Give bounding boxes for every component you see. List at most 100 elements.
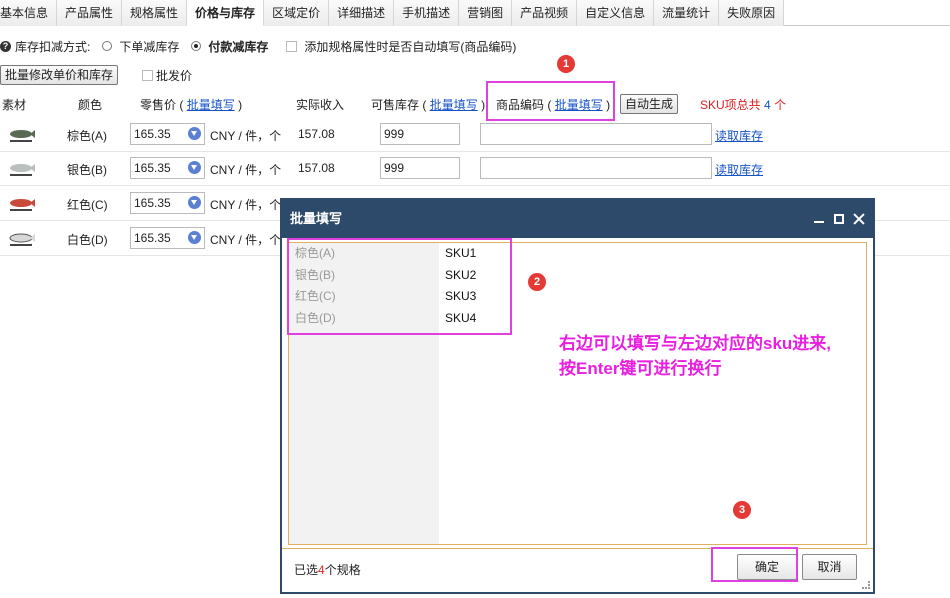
price-input[interactable]: 165.35	[130, 192, 205, 214]
table-row: 银色(B) 165.35 CNY / 件，个 157.08 999 读取库存	[0, 152, 950, 186]
row-color: 红色(C)	[67, 198, 108, 212]
annotation-box-2	[287, 238, 512, 335]
hint-line-2: 按Enter键可进行换行	[559, 359, 722, 378]
resize-grip-icon[interactable]	[862, 581, 870, 589]
annotation-box-3	[711, 547, 798, 582]
sku-code-input[interactable]	[480, 123, 712, 145]
dialog-title-bar[interactable]: 批量填写	[282, 200, 873, 238]
actual-income: 157.08	[298, 127, 335, 141]
product-thumbnail-icon	[10, 164, 35, 176]
price-unit: CNY / 件，个	[210, 163, 282, 177]
table-row: 棕色(A) 165.35 CNY / 件，个 157.08 999 读取库存	[0, 118, 950, 152]
tab-custom-info[interactable]: 自定义信息	[577, 0, 655, 26]
col-retail-price: 零售价 ( 批量填写 )	[140, 96, 242, 113]
read-stock-link[interactable]: 读取库存	[715, 161, 763, 178]
tab-marketing-image[interactable]: 营销图	[459, 0, 513, 26]
paren: (	[179, 98, 184, 112]
spinner-icon[interactable]	[188, 161, 201, 174]
tab-region-pricing[interactable]: 区域定价	[264, 0, 330, 26]
paren: )	[481, 98, 486, 112]
col-color: 颜色	[78, 98, 103, 112]
tab-traffic-stats[interactable]: 流量统计	[654, 0, 720, 26]
spinner-icon[interactable]	[188, 231, 201, 244]
tab-failure-reason[interactable]: 失败原因	[719, 0, 785, 26]
selected-count-text: 已选4个规格	[294, 561, 361, 578]
annotation-badge-2: 2	[528, 273, 546, 291]
price-value: 165.35	[134, 161, 171, 175]
sku-total-prefix: SKU项总共	[700, 98, 761, 112]
cancel-button[interactable]: 取消	[802, 554, 857, 580]
help-icon[interactable]: ?	[0, 40, 11, 52]
tab-product-attributes[interactable]: 产品属性	[57, 0, 123, 26]
dialog-title: 批量填写	[290, 211, 343, 226]
price-input[interactable]: 165.35	[130, 227, 205, 249]
col-stock: 可售库存 ( 批量填写 )	[371, 96, 485, 113]
maximize-icon[interactable]	[833, 213, 845, 225]
paren: )	[238, 98, 243, 112]
price-unit: CNY / 件，个	[210, 129, 282, 143]
price-unit: CNY / 件，个	[210, 198, 282, 212]
col-material: 素材	[2, 98, 27, 112]
sku-total-suffix: 个	[774, 98, 787, 112]
price-unit: CNY / 件，个	[210, 233, 282, 247]
col-actual-income: 实际收入	[296, 98, 345, 112]
footer-suffix: 个规格	[324, 563, 361, 577]
tab-detail-description[interactable]: 详细描述	[329, 0, 395, 26]
stock-input[interactable]: 999	[380, 157, 460, 179]
auto-fill-checkbox[interactable]	[286, 40, 298, 52]
radio-order-deduct-label[interactable]: 下单减库存	[119, 38, 179, 55]
annotation-badge-3: 3	[733, 501, 751, 519]
tab-basic-info[interactable]: 基本信息	[0, 0, 58, 26]
annotation-badge-1: 1	[557, 55, 575, 73]
minimize-icon[interactable]	[813, 213, 825, 225]
radio-order-deduct[interactable]	[102, 41, 113, 51]
spinner-icon[interactable]	[188, 196, 201, 209]
product-thumbnail-icon	[10, 199, 35, 211]
footer-prefix: 已选	[294, 563, 319, 577]
batch-edit-price-stock-button[interactable]: 批量修改单价和库存	[0, 65, 119, 85]
wholesale-label: 批发价	[156, 68, 193, 83]
annotation-box-1	[486, 81, 615, 121]
auto-generate-button[interactable]: 自动生成	[620, 94, 679, 114]
instruction-annotation: 右边可以填写与左边对应的sku进来, 按Enter键可进行换行	[559, 331, 831, 381]
stock-label: 可售库存	[371, 98, 420, 112]
stock-input[interactable]: 999	[380, 123, 460, 145]
radio-payment-deduct[interactable]	[191, 41, 202, 51]
tab-product-video[interactable]: 产品视频	[512, 0, 578, 26]
row-color: 银色(B)	[67, 163, 107, 177]
product-thumbnail-icon	[9, 233, 35, 246]
footer-count: 4	[318, 563, 325, 577]
batch-row: 批量修改单价和库存 批发价	[0, 65, 192, 85]
auto-fill-label: 添加规格属性时是否自动填写(商品编码)	[304, 39, 517, 54]
sku-total: SKU项总共 4 个	[700, 96, 786, 113]
paren: (	[422, 98, 427, 112]
close-icon[interactable]	[853, 213, 865, 225]
wholesale-checkbox[interactable]	[142, 69, 154, 81]
sku-total-count: 4	[764, 98, 771, 112]
sku-code-input[interactable]	[480, 157, 712, 179]
radio-payment-deduct-label[interactable]: 付款减库存	[208, 38, 268, 55]
row-color: 棕色(A)	[67, 129, 107, 143]
row-color: 白色(D)	[67, 233, 108, 247]
price-input[interactable]: 165.35	[130, 123, 205, 145]
stock-batch-fill-link[interactable]: 批量填写	[430, 98, 478, 112]
actual-income: 157.08	[298, 161, 335, 175]
hint-line-1: 右边可以填写与左边对应的sku进来,	[559, 334, 832, 353]
sku-table-header: 素材 颜色 零售价 ( 批量填写 ) 实际收入 可售库存 ( 批量填写 ) 商品…	[0, 94, 950, 114]
price-value: 165.35	[134, 231, 171, 245]
read-stock-link[interactable]: 读取库存	[715, 127, 763, 144]
stock-deduction-row: ? 库存扣减方式: 下单减库存 付款减库存 添加规格属性时是否自动填写(商品编码…	[0, 37, 516, 55]
price-input[interactable]: 165.35	[130, 157, 205, 179]
stock-deduction-label: 库存扣减方式:	[15, 39, 91, 54]
price-value: 165.35	[134, 196, 171, 210]
price-value: 165.35	[134, 127, 171, 141]
retail-price-batch-fill-link[interactable]: 批量填写	[187, 98, 235, 112]
tab-mobile-description[interactable]: 手机描述	[394, 0, 460, 26]
product-thumbnail-icon	[10, 130, 35, 142]
window-controls	[813, 200, 865, 238]
tab-bar: 基本信息 产品属性 规格属性 价格与库存 区域定价 详细描述 手机描述 营销图 …	[0, 0, 950, 26]
retail-price-label: 零售价	[140, 98, 177, 112]
spinner-icon[interactable]	[188, 127, 201, 140]
tab-price-stock[interactable]: 价格与库存	[187, 0, 265, 26]
tab-spec-attributes[interactable]: 规格属性	[122, 0, 188, 26]
